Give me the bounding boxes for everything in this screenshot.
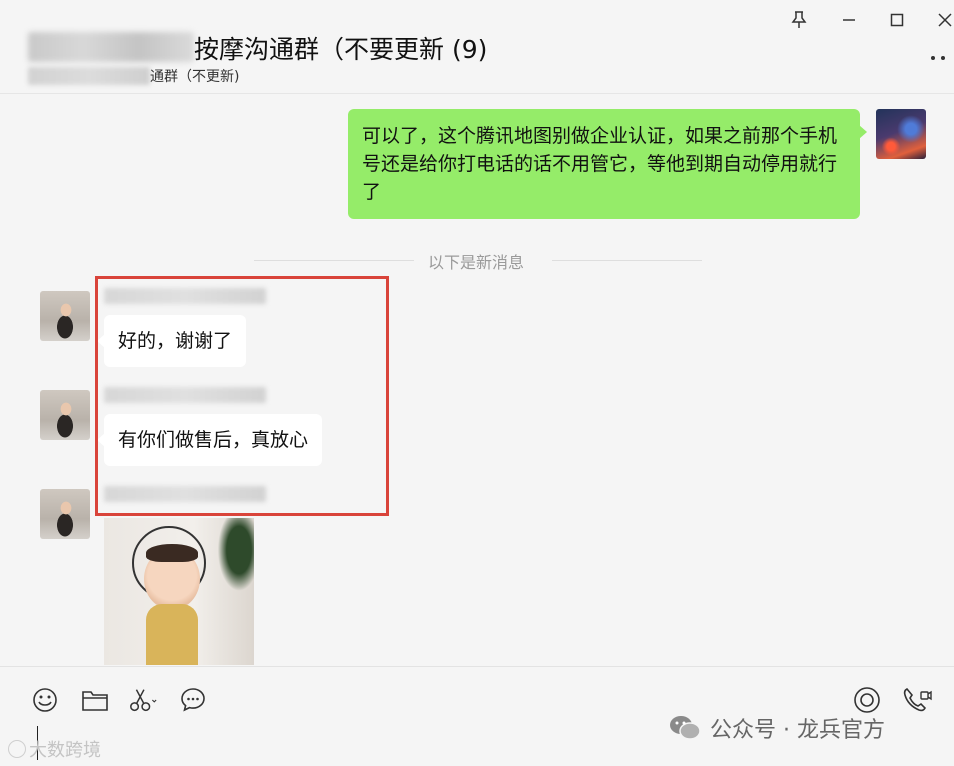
live-circle-icon bbox=[854, 687, 880, 713]
sender-avatar[interactable] bbox=[40, 291, 90, 341]
phone-video-icon bbox=[903, 688, 932, 712]
new-messages-divider: 以下是新消息 bbox=[428, 253, 525, 272]
message-list[interactable]: 可以了，这个腾讯地图别做企业认证，如果之前那个手机号还是给你打电话的话不用管它，… bbox=[0, 95, 954, 665]
chat-title: 按摩沟通群（不要更新 (9) bbox=[194, 35, 488, 64]
sender-avatar[interactable] bbox=[40, 390, 90, 440]
photo-baby-hair bbox=[146, 544, 198, 562]
watermark-right-text: 公众号 · 龙兵官方 bbox=[710, 718, 885, 743]
chat-header: 按摩沟通群（不要更新 (9) 通群（不更新) bbox=[0, 0, 954, 94]
live-button[interactable] bbox=[852, 685, 882, 715]
maximize-button[interactable] bbox=[882, 6, 912, 34]
more-options-button[interactable] bbox=[926, 46, 950, 70]
blurred-subtitle-prefix bbox=[28, 67, 150, 85]
wechat-logo-icon bbox=[670, 716, 701, 740]
divider-line-right bbox=[552, 260, 702, 261]
minimize-icon bbox=[843, 19, 855, 21]
chat-history-button[interactable] bbox=[178, 685, 208, 715]
outgoing-message[interactable]: 可以了，这个腾讯地图别做企业认证，如果之前那个手机号还是给你打电话的话不用管它，… bbox=[348, 109, 867, 219]
watermark-left: 大数跨境 bbox=[8, 736, 101, 762]
emoji-icon bbox=[33, 688, 57, 712]
pin-icon bbox=[791, 11, 807, 28]
blurred-title-prefix bbox=[28, 32, 194, 62]
more-dots-icon bbox=[931, 56, 945, 60]
maximize-icon bbox=[890, 13, 904, 27]
blurred-sender-name bbox=[104, 486, 266, 502]
emoji-button[interactable] bbox=[30, 685, 60, 715]
pin-button[interactable] bbox=[784, 6, 814, 34]
watermark-right: 公众号 · 龙兵官方 bbox=[668, 712, 885, 744]
chat-subtitle: 通群（不更新) bbox=[150, 69, 240, 85]
close-icon bbox=[938, 13, 952, 27]
scissors-icon bbox=[130, 689, 157, 712]
watermark-left-text: 大数跨境 bbox=[29, 740, 101, 761]
my-avatar[interactable] bbox=[876, 109, 926, 159]
call-button[interactable] bbox=[902, 685, 932, 715]
watermark-logo-icon bbox=[8, 740, 26, 758]
screenshot-button[interactable] bbox=[128, 685, 158, 715]
divider-line-left bbox=[254, 260, 414, 261]
sender-avatar[interactable] bbox=[40, 489, 90, 539]
minimize-button[interactable] bbox=[834, 6, 864, 34]
image-message[interactable] bbox=[104, 518, 254, 665]
chat-bubble-icon bbox=[181, 688, 205, 712]
photo-plant bbox=[214, 518, 254, 598]
photo-baby-body bbox=[146, 604, 198, 665]
close-button[interactable] bbox=[930, 6, 954, 34]
folder-icon bbox=[82, 691, 108, 711]
file-button[interactable] bbox=[80, 685, 110, 715]
highlight-annotation bbox=[95, 276, 389, 516]
